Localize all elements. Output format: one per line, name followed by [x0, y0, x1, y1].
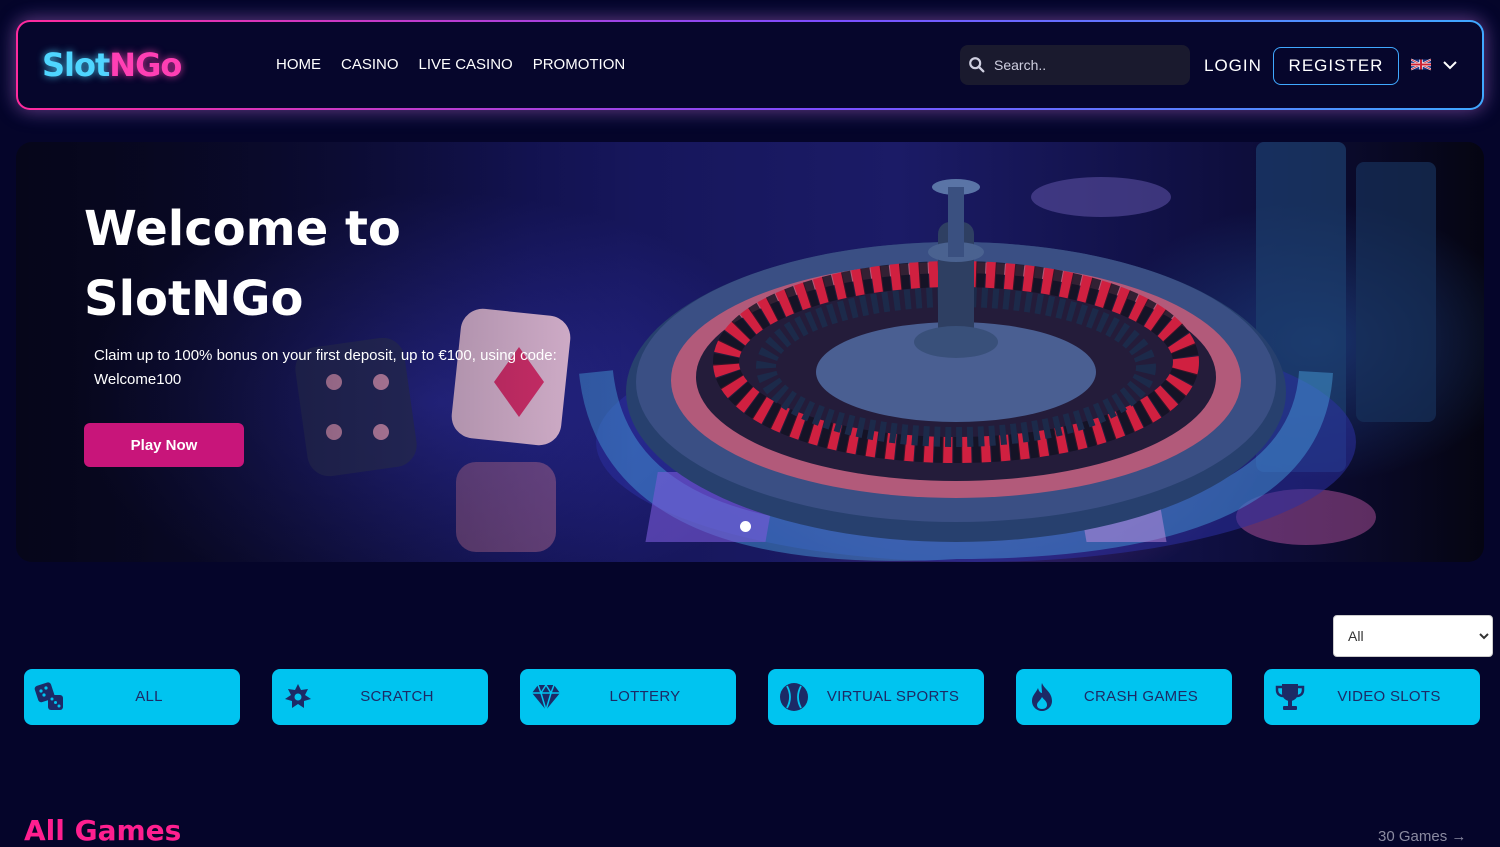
- category-lottery-button[interactable]: LOTTERY: [520, 669, 736, 725]
- category-label: VIDEO SLOTS: [1337, 688, 1441, 705]
- login-link[interactable]: LOGIN: [1204, 56, 1262, 76]
- main-nav: HOME CASINO LIVE CASINO PROMOTION: [276, 56, 625, 73]
- category-label: SCRATCH: [360, 688, 434, 705]
- nav-casino[interactable]: CASINO: [341, 56, 399, 73]
- category-video-slots-button[interactable]: VIDEO SLOTS: [1264, 669, 1480, 725]
- nav-promotion[interactable]: PROMOTION: [533, 56, 626, 73]
- hero-banner: Welcome to SlotNGo Claim up to 100% bonu…: [16, 142, 1484, 562]
- play-now-button[interactable]: Play Now: [84, 423, 244, 467]
- hero-subtitle: Claim up to 100% bonus on your first dep…: [94, 347, 557, 388]
- nav-home[interactable]: HOME: [276, 56, 321, 73]
- logo-part-ngo: NGo: [109, 46, 182, 84]
- nav-live-casino[interactable]: LIVE CASINO: [419, 56, 513, 73]
- site-header: SlotNGo HOME CASINO LIVE CASINO PROMOTIO…: [16, 20, 1484, 110]
- site-logo[interactable]: SlotNGo: [42, 46, 182, 84]
- category-crash-games-button[interactable]: CRASH GAMES: [1016, 669, 1232, 725]
- category-scratch-button[interactable]: SCRATCH: [272, 669, 488, 725]
- category-label: LOTTERY: [609, 688, 681, 705]
- register-button[interactable]: REGISTER: [1273, 47, 1399, 85]
- logo-part-slot: Slot: [42, 46, 110, 84]
- category-virtual-sports-button[interactable]: VIRTUAL SPORTS: [768, 669, 984, 725]
- language-selector[interactable]: [1411, 58, 1457, 71]
- search-icon: [969, 57, 985, 73]
- all-games-heading: All Games: [24, 814, 182, 847]
- games-count-link[interactable]: 30 Games →: [1378, 828, 1466, 845]
- category-all-button[interactable]: ALL: [24, 669, 240, 725]
- uk-flag-icon: [1411, 58, 1431, 71]
- category-label: VIRTUAL SPORTS: [826, 688, 960, 705]
- category-label: ALL: [135, 688, 163, 705]
- category-label: CRASH GAMES: [1083, 688, 1199, 705]
- carousel-dot[interactable]: [740, 521, 751, 532]
- search-box[interactable]: [960, 45, 1190, 85]
- hero-title: Welcome to SlotNGo: [84, 201, 401, 327]
- category-filter-select[interactable]: All: [1333, 615, 1493, 657]
- chevron-down-icon: [1443, 60, 1457, 69]
- category-buttons: ALL SCRATCH LOTTERY VIRTUAL SPORTS CRASH…: [24, 669, 1480, 725]
- search-input[interactable]: [992, 56, 1182, 74]
